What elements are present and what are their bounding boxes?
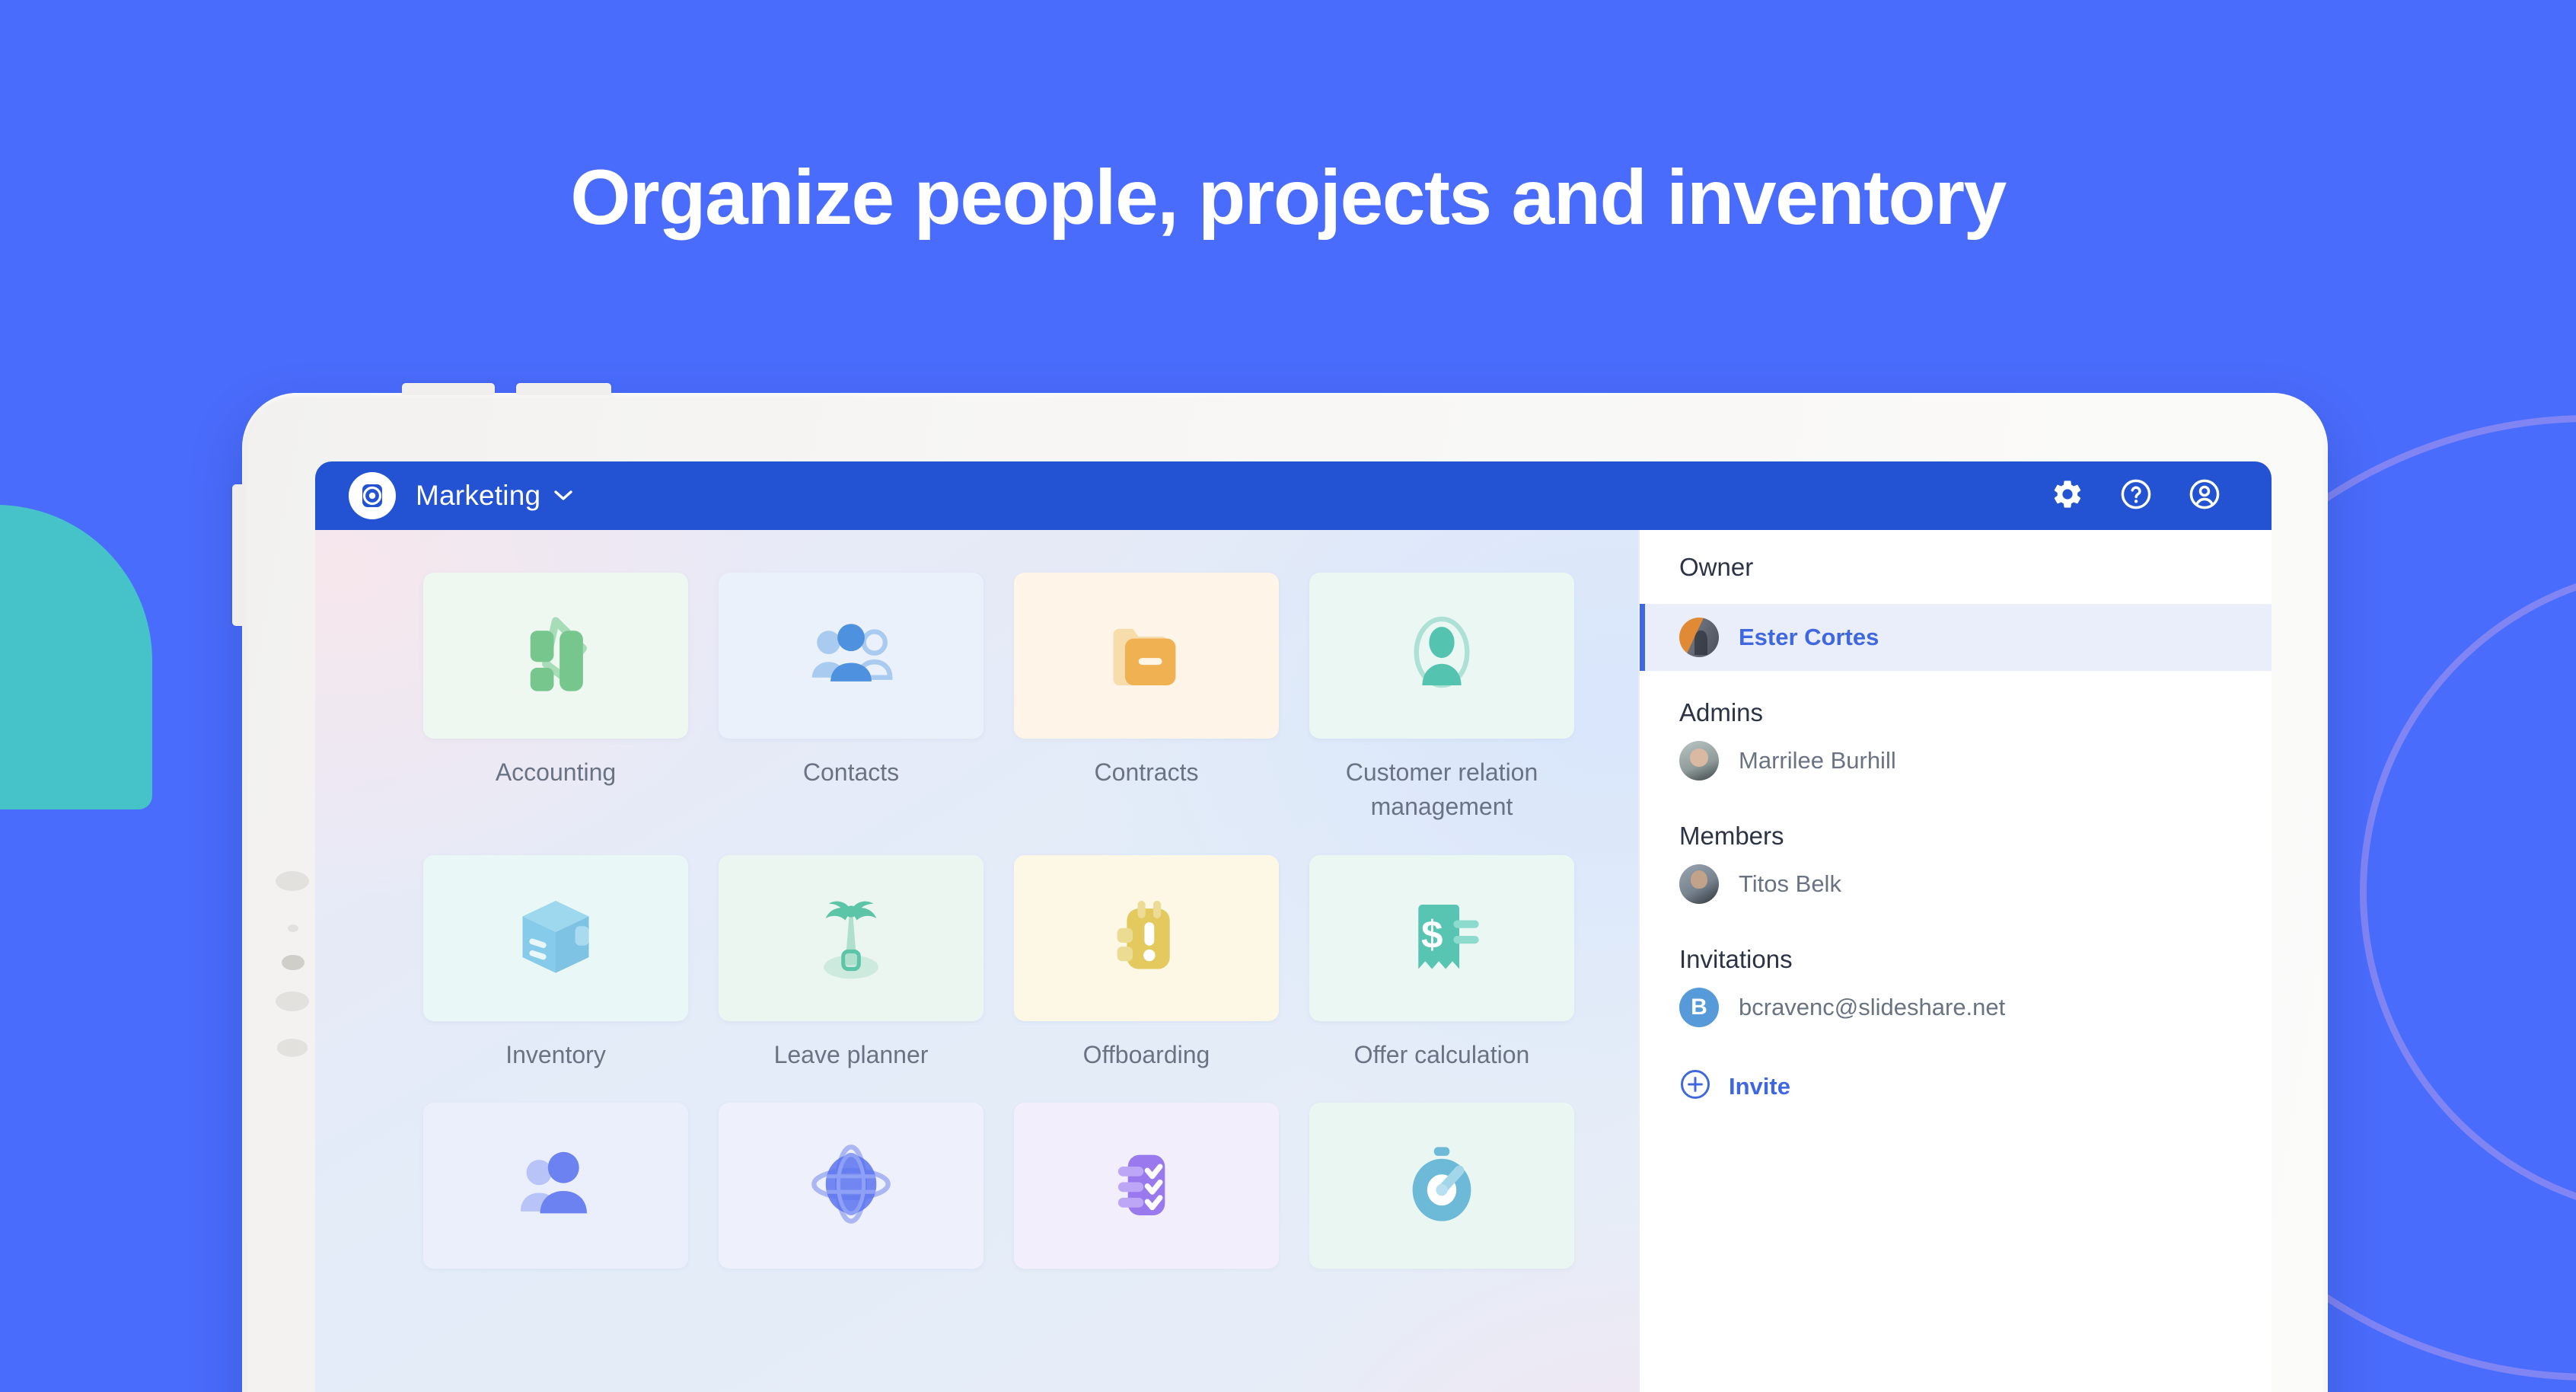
help-circle-icon[interactable] bbox=[2119, 477, 2153, 515]
grid-row-gap bbox=[315, 1072, 1638, 1103]
tablet-device-frame: Marketing Accounting Contacts Contracts … bbox=[232, 383, 2328, 1392]
palm-tree-icon bbox=[802, 887, 900, 988]
person-name: Ester Cortes bbox=[1739, 624, 1879, 650]
app-tile-label: Contracts bbox=[1094, 758, 1199, 786]
avatar bbox=[1679, 741, 1719, 781]
volume-down-button[interactable] bbox=[516, 383, 611, 395]
chevron-down-icon[interactable] bbox=[553, 490, 573, 502]
app-tile-contracts[interactable]: Contracts bbox=[1014, 573, 1279, 825]
app-tile-surface[interactable] bbox=[1309, 573, 1574, 739]
target-logo-icon[interactable] bbox=[349, 472, 396, 519]
app-tile-surface[interactable] bbox=[423, 573, 688, 739]
app-tile-offboarding[interactable]: Offboarding bbox=[1014, 854, 1279, 1072]
avatar bbox=[1679, 618, 1719, 657]
avatar-initial: B bbox=[1679, 988, 1719, 1027]
app-tile-label: Customer relation management bbox=[1345, 758, 1538, 821]
app-tile-surface[interactable] bbox=[423, 854, 688, 1021]
globe-icon bbox=[802, 1135, 900, 1237]
app-tile-label: Inventory bbox=[505, 1040, 606, 1068]
accounting-blocks-icon bbox=[507, 605, 604, 707]
app-tile-surface[interactable] bbox=[1014, 573, 1279, 739]
person-name: Titos Belk bbox=[1739, 870, 1841, 897]
section-title-invitations: Invitations bbox=[1679, 945, 1793, 973]
contracts-folder-icon bbox=[1098, 605, 1195, 707]
app-tile-offer-calculation[interactable]: $ Offer calculation bbox=[1309, 854, 1574, 1072]
person-row-admin[interactable]: Marrilee Burhill bbox=[1640, 727, 2272, 794]
app-tile-globe[interactable] bbox=[719, 1103, 984, 1320]
invite-button[interactable]: Invite bbox=[1640, 1041, 2272, 1104]
app-tile-surface[interactable] bbox=[719, 854, 984, 1021]
gear-icon[interactable] bbox=[2051, 477, 2084, 515]
offboarding-alert-icon bbox=[1098, 887, 1195, 988]
decorative-arch-shape bbox=[0, 505, 152, 809]
app-tile-crm[interactable]: Customer relation management bbox=[1309, 573, 1574, 825]
app-tile-label: Contacts bbox=[802, 758, 900, 786]
apps-grid: Accounting Contacts Contracts Customer r… bbox=[315, 530, 1638, 825]
section-title-owner: Owner bbox=[1679, 553, 1754, 581]
app-bar-actions bbox=[2051, 477, 2272, 515]
bezel-dot bbox=[276, 991, 309, 1011]
app-tile-team[interactable] bbox=[423, 1103, 688, 1320]
app-top-bar: Marketing bbox=[315, 461, 2272, 530]
section-title-members: Members bbox=[1679, 822, 1784, 850]
volume-up-button[interactable] bbox=[402, 383, 495, 395]
app-tile-checklist[interactable] bbox=[1014, 1103, 1279, 1320]
invite-label: Invite bbox=[1729, 1072, 1790, 1100]
offer-receipt-icon: $ bbox=[1393, 887, 1490, 988]
bezel-dot bbox=[276, 871, 309, 891]
app-tile-label: Leave planner bbox=[773, 1040, 929, 1068]
app-tile-accounting[interactable]: Accounting bbox=[423, 573, 688, 825]
app-tile-surface[interactable] bbox=[1014, 1103, 1279, 1269]
person-row-owner[interactable]: Ester Cortes bbox=[1640, 604, 2272, 671]
app-tile-surface[interactable] bbox=[719, 573, 984, 739]
invitation-row[interactable]: B bcravenc@slideshare.net bbox=[1640, 974, 2272, 1041]
crm-person-icon bbox=[1393, 605, 1490, 707]
apps-grid: Inventory Leave planner Offboarding $ Of… bbox=[315, 854, 1638, 1072]
person-name: Marrilee Burhill bbox=[1739, 747, 1896, 774]
app-tile-surface[interactable] bbox=[1309, 1103, 1574, 1269]
tablet-screen: Marketing Accounting Contacts Contracts … bbox=[315, 461, 2272, 1392]
inventory-box-icon bbox=[507, 887, 604, 988]
screen-body: Accounting Contacts Contracts Customer r… bbox=[315, 530, 2272, 1392]
grid-row-gap bbox=[315, 825, 1638, 855]
app-tile-stopwatch[interactable] bbox=[1309, 1103, 1574, 1320]
user-circle-icon[interactable] bbox=[2188, 477, 2221, 515]
app-tile-surface[interactable]: $ bbox=[1309, 854, 1574, 1021]
page-root: Organize people, projects and inventory bbox=[0, 0, 2576, 1392]
stopwatch-icon bbox=[1393, 1135, 1490, 1237]
app-tile-label: Offer calculation bbox=[1353, 1040, 1530, 1068]
app-tile-contacts[interactable]: Contacts bbox=[719, 573, 984, 825]
apps-grid bbox=[315, 1103, 1638, 1320]
apps-pane: Accounting Contacts Contracts Customer r… bbox=[315, 530, 1638, 1392]
app-tile-surface[interactable] bbox=[423, 1103, 688, 1269]
svg-text:$: $ bbox=[1421, 913, 1443, 956]
app-tile-label: Accounting bbox=[495, 758, 617, 786]
contacts-people-icon bbox=[802, 605, 900, 707]
app-tile-surface[interactable] bbox=[719, 1103, 984, 1269]
app-tile-surface[interactable] bbox=[1014, 854, 1279, 1021]
workspace-name[interactable]: Marketing bbox=[416, 480, 540, 512]
page-headline: Organize people, projects and inventory bbox=[570, 154, 2007, 241]
people-panel: Owner Ester Cortes Admins Marrilee Burhi… bbox=[1638, 530, 2272, 1392]
team-people-icon bbox=[507, 1135, 604, 1237]
power-button[interactable] bbox=[232, 484, 244, 626]
app-tile-inventory[interactable]: Inventory bbox=[423, 854, 688, 1072]
bezel-dot bbox=[288, 924, 298, 932]
checklist-icon bbox=[1098, 1135, 1195, 1237]
bezel-dot bbox=[277, 1039, 308, 1057]
plus-circle-icon bbox=[1679, 1068, 1711, 1104]
app-tile-label: Offboarding bbox=[1082, 1040, 1210, 1068]
person-row-member[interactable]: Titos Belk bbox=[1640, 851, 2272, 918]
invitation-email: bcravenc@slideshare.net bbox=[1739, 994, 2006, 1020]
avatar bbox=[1679, 864, 1719, 904]
bezel-camera-dot bbox=[282, 955, 304, 970]
app-tile-leave-planner[interactable]: Leave planner bbox=[719, 854, 984, 1072]
section-title-admins: Admins bbox=[1679, 698, 1764, 726]
